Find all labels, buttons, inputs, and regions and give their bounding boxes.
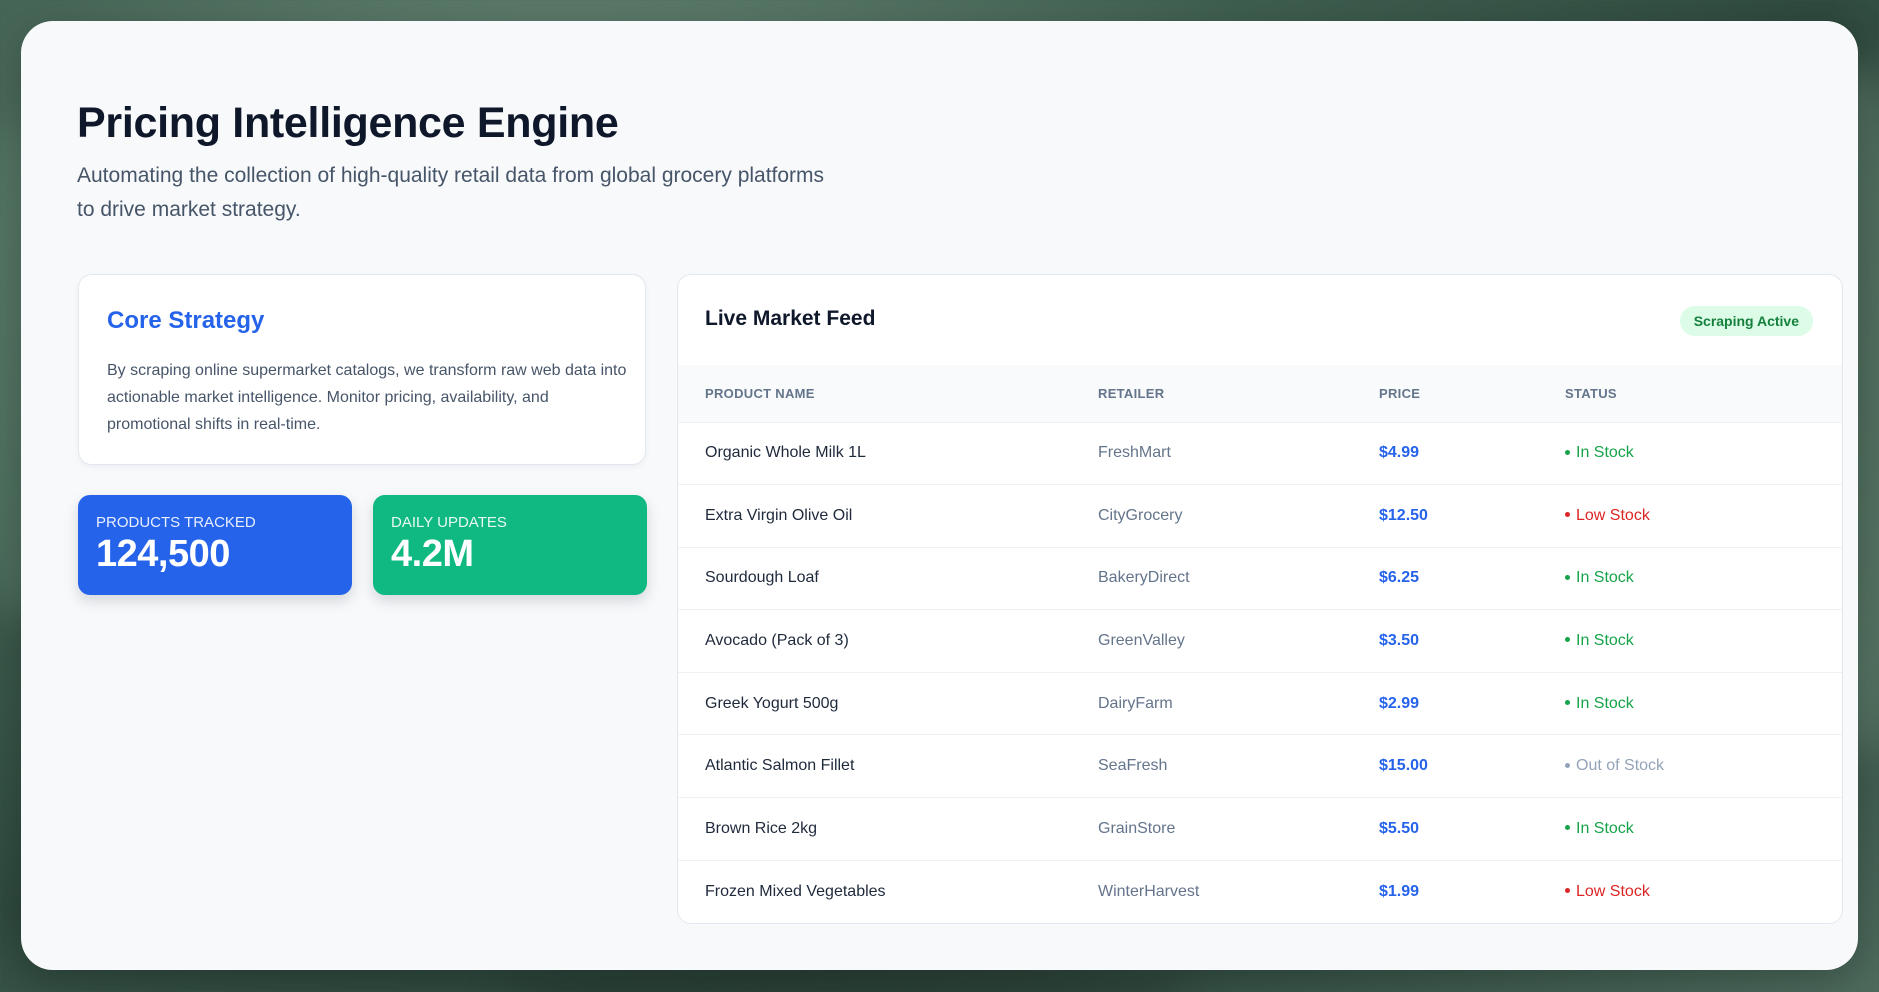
product-name-cell: Greek Yogurt 500g (705, 694, 839, 712)
status-dot-icon (1565, 762, 1570, 768)
stat-daily-updates: Daily Updates 4.2M (373, 495, 647, 595)
column-header-product[interactable]: Product Name (678, 365, 1098, 422)
core-strategy-card: Core Strategy By scraping online superma… (78, 274, 646, 465)
table-row[interactable]: Atlantic Salmon Fillet SeaFresh $15.00 Out … (678, 734, 1842, 798)
status-dot-icon (1565, 449, 1570, 455)
retailer-cell: GrainStore (1098, 819, 1176, 837)
stat-label: Products Tracked (96, 514, 256, 531)
retailer-cell: WinterHarvest (1098, 882, 1200, 900)
status-text: Out of Stock (1576, 757, 1665, 775)
table-row[interactable]: Sourdough Loaf BakeryDirect $6.25 In Stock (678, 547, 1842, 610)
core-strategy-heading: Core Strategy (107, 307, 265, 334)
status-dot-icon (1565, 574, 1570, 580)
status-cell: In Stock (1565, 547, 1842, 610)
retailer-cell: GreenValley (1098, 632, 1185, 650)
table-row[interactable]: Frozen Mixed Vegetables WinterHarvest $1.9… (678, 860, 1842, 923)
product-name-cell: Extra Virgin Olive Oil (705, 506, 853, 524)
status-text: In Stock (1576, 694, 1634, 712)
price-cell: $15.00 (1379, 757, 1428, 775)
product-name-cell: Atlantic Salmon Fillet (705, 757, 855, 775)
feed-header: Live Market Feed Scraping Active (678, 275, 1842, 365)
product-name-cell: Sourdough Loaf (705, 569, 819, 587)
price-cell: $5.50 (1379, 819, 1420, 837)
stat-value: 4.2M (391, 533, 474, 575)
live-market-feed: Live Market Feed Scraping Active Product… (677, 274, 1843, 924)
status-text: Low Stock (1576, 506, 1650, 524)
product-name-cell: Brown Rice 2kg (705, 819, 818, 837)
page-title: Pricing Intelligence Engine (77, 99, 619, 147)
column-header-status[interactable]: Status (1565, 365, 1842, 422)
main-card: Pricing Intelligence Engine Automating t… (21, 21, 1858, 970)
status-cell: In Stock (1565, 798, 1842, 861)
stat-products-tracked: Products Tracked 124,500 (78, 495, 352, 595)
table-row[interactable]: Greek Yogurt 500g DairyFarm $2.99 In Stock (678, 672, 1842, 735)
status-dot-icon (1565, 699, 1570, 705)
product-name-cell: Organic Whole Milk 1L (705, 444, 866, 462)
stat-value: 124,500 (96, 533, 230, 575)
price-cell: $1.99 (1379, 882, 1420, 900)
status-text: In Stock (1576, 569, 1634, 587)
column-header-retailer[interactable]: Retailer (1098, 365, 1379, 422)
price-cell: $12.50 (1379, 506, 1428, 524)
status-cell: In Stock (1565, 610, 1842, 673)
feed-title: Live Market Feed (705, 307, 876, 330)
status-dot-icon (1565, 825, 1570, 831)
retailer-cell: CityGrocery (1098, 506, 1183, 524)
retailer-cell: SeaFresh (1098, 757, 1168, 775)
status-cell: Low Stock (1565, 485, 1842, 548)
table-row[interactable]: Organic Whole Milk 1L FreshMart $4.99 In St… (678, 422, 1842, 485)
price-cell: $2.99 (1379, 694, 1420, 712)
status-dot-icon (1565, 887, 1570, 893)
status-cell: In Stock (1565, 672, 1842, 735)
status-badge: Scraping Active (1679, 306, 1813, 336)
retailer-cell: BakeryDirect (1098, 569, 1190, 587)
status-text: Low Stock (1576, 882, 1650, 900)
column-header-price[interactable]: Price (1379, 365, 1565, 422)
retailer-cell: DairyFarm (1098, 694, 1173, 712)
status-dot-icon (1565, 512, 1570, 518)
status-cell: Low Stock (1565, 860, 1842, 923)
table-row[interactable]: Extra Virgin Olive Oil CityGrocery $12.50 L… (678, 484, 1842, 548)
table-row[interactable]: Avocado (Pack of 3) GreenValley $3.50 In St… (678, 609, 1842, 673)
status-text: In Stock (1576, 444, 1634, 462)
table-row[interactable]: Brown Rice 2kg GrainStore $5.50 In Stock (678, 797, 1842, 861)
product-name-cell: Avocado (Pack of 3) (705, 632, 849, 650)
market-table: Product Name Retailer Price Status Organ… (678, 365, 1842, 923)
core-strategy-body: By scraping online supermarket catalogs,… (107, 362, 627, 433)
status-cell: Out of Stock (1565, 735, 1842, 798)
product-name-cell: Frozen Mixed Vegetables (705, 882, 886, 900)
status-text: In Stock (1576, 819, 1634, 837)
retailer-cell: FreshMart (1098, 444, 1171, 462)
stat-label: Daily Updates (391, 514, 507, 531)
page-subtitle: Automating the collection of high-qualit… (77, 164, 825, 221)
status-dot-icon (1565, 637, 1570, 643)
price-cell: $6.25 (1379, 569, 1420, 587)
status-text: In Stock (1576, 632, 1634, 650)
status-cell: In Stock (1565, 422, 1842, 485)
price-cell: $4.99 (1379, 444, 1420, 462)
price-cell: $3.50 (1379, 632, 1420, 650)
table-header-row: Product Name Retailer Price Status (678, 365, 1842, 422)
